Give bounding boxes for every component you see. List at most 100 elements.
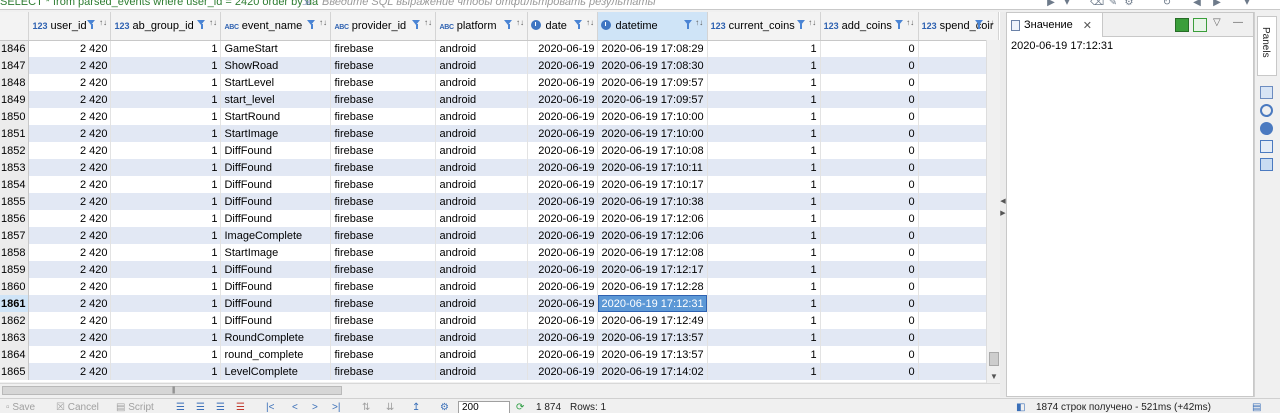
table-cell[interactable]: 0: [820, 176, 919, 193]
vertical-scrollbar[interactable]: ▼: [986, 40, 1000, 383]
table-cell[interactable]: 2020-06-19 17:08:29: [597, 40, 708, 57]
panels-tab[interactable]: Panels: [1257, 16, 1277, 76]
table-cell[interactable]: 1: [110, 193, 222, 210]
column-header-user-id[interactable]: 123 user_id ↑↓: [28, 12, 112, 41]
erase-filter-icon[interactable]: ⌫: [1090, 0, 1104, 9]
table-cell[interactable]: 0: [820, 329, 919, 346]
table-row[interactable]: 1846 2 420 1 GameStart firebase android 2020-0…: [0, 40, 999, 57]
row-number[interactable]: 1852: [0, 142, 30, 159]
row-number[interactable]: 1865: [0, 363, 30, 380]
table-cell[interactable]: 2020-06-19: [527, 57, 599, 74]
table-cell[interactable]: firebase: [330, 176, 437, 193]
table-cell[interactable]: firebase: [330, 244, 437, 261]
table-row[interactable]: 1850 2 420 1 StartRound firebase android 2020-…: [0, 108, 999, 125]
table-row[interactable]: 1862 2 420 1 DiffFound firebase android 2020-0…: [0, 312, 999, 329]
filter-icon[interactable]: [504, 20, 513, 30]
table-cell[interactable]: firebase: [330, 329, 437, 346]
status-menu-icon[interactable]: ▤: [1252, 402, 1261, 413]
table-cell[interactable]: StartImage: [220, 125, 332, 142]
table-cell[interactable]: 1: [707, 142, 821, 159]
row-number[interactable]: 1848: [0, 74, 30, 91]
table-cell[interactable]: 1: [707, 57, 821, 74]
table-row[interactable]: 1863 2 420 1 RoundComplete firebase android 20…: [0, 329, 999, 346]
table-cell[interactable]: 0: [820, 40, 919, 57]
table-cell[interactable]: 2 420: [28, 176, 112, 193]
table-cell[interactable]: 1: [110, 312, 222, 329]
fetch-all-icon[interactable]: ⇊: [386, 402, 394, 413]
row-number[interactable]: 1864: [0, 346, 30, 363]
filter-input[interactable]: Введите SQL выражение чтобы отфильтроват…: [322, 0, 656, 8]
column-header-provider-id[interactable]: ABC provider_id ↑↓: [330, 12, 437, 41]
table-cell[interactable]: 1: [707, 193, 821, 210]
table-cell[interactable]: 2 420: [28, 329, 112, 346]
table-cell[interactable]: DiffFound: [220, 193, 332, 210]
close-icon[interactable]: ✕: [1083, 19, 1092, 32]
column-header-current-coins[interactable]: 123 current_coins ↑↓: [707, 12, 821, 41]
table-cell[interactable]: 1: [707, 91, 821, 108]
table-row[interactable]: 1859 2 420 1 DiffFound firebase android 2020-0…: [0, 261, 999, 278]
table-row[interactable]: 1854 2 420 1 DiffFound firebase android 2020-0…: [0, 176, 999, 193]
filter-icon[interactable]: [974, 20, 984, 30]
row-number[interactable]: 1860: [0, 278, 30, 295]
table-cell[interactable]: firebase: [330, 57, 437, 74]
table-cell[interactable]: android: [435, 312, 529, 329]
table-cell[interactable]: 1: [707, 74, 821, 91]
table-cell[interactable]: 2020-06-19 17:10:08: [597, 142, 708, 159]
table-cell[interactable]: 2020-06-19: [527, 312, 599, 329]
table-cell[interactable]: 1: [707, 210, 821, 227]
table-cell[interactable]: 2020-06-19: [527, 74, 599, 91]
table-row[interactable]: 1848 2 420 1 StartLevel firebase android 2020-…: [0, 74, 999, 91]
table-row[interactable]: 1856 2 420 1 DiffFound firebase android 2020-0…: [0, 210, 999, 227]
column-header-ab-group-id[interactable]: 123 ab_group_id ↑↓: [110, 12, 222, 41]
table-cell[interactable]: 2020-06-19 17:13:57: [597, 346, 708, 363]
table-cell[interactable]: android: [435, 40, 529, 57]
delete-row-icon[interactable]: ☰: [236, 402, 245, 413]
table-cell[interactable]: 2020-06-19: [527, 108, 599, 125]
filter-history-icon[interactable]: ▾: [1060, 0, 1074, 9]
prev-page-icon[interactable]: <: [292, 402, 298, 413]
table-row[interactable]: 1858 2 420 1 StartImage firebase android 2020-…: [0, 244, 999, 261]
sort-icon[interactable]: ↑↓: [98, 19, 107, 30]
table-cell[interactable]: 2 420: [28, 278, 112, 295]
table-cell[interactable]: 1: [707, 261, 821, 278]
refresh-results-icon[interactable]: ⟳: [516, 402, 524, 413]
table-cell[interactable]: 1: [110, 108, 222, 125]
table-cell[interactable]: android: [435, 74, 529, 91]
table-cell[interactable]: 2020-06-19 17:10:17: [597, 176, 708, 193]
table-cell[interactable]: 1: [707, 125, 821, 142]
table-cell[interactable]: 2 420: [28, 142, 112, 159]
table-cell[interactable]: android: [435, 91, 529, 108]
table-cell[interactable]: 2020-06-19 17:14:02: [597, 363, 708, 380]
table-cell[interactable]: android: [435, 244, 529, 261]
table-cell[interactable]: 2020-06-19: [527, 346, 599, 363]
table-cell[interactable]: 0: [820, 261, 919, 278]
table-cell[interactable]: 1: [110, 227, 222, 244]
run-filter-icon[interactable]: ▶: [1044, 0, 1058, 9]
column-header-add-coins[interactable]: 123 add_coins ↑↓: [820, 12, 919, 41]
sort-icon[interactable]: ↥: [412, 402, 420, 413]
table-cell[interactable]: start_level: [220, 91, 332, 108]
table-cell[interactable]: 1: [110, 74, 222, 91]
table-cell[interactable]: 1: [707, 346, 821, 363]
table-cell[interactable]: 1: [707, 329, 821, 346]
table-cell[interactable]: 2020-06-19 17:12:49: [597, 312, 708, 329]
sql-filter-bar[interactable]: SELECT * from parsed_events where user_i…: [0, 0, 1280, 10]
grid-panel-icon[interactable]: [1260, 86, 1273, 99]
table-cell[interactable]: 1: [707, 108, 821, 125]
table-cell[interactable]: 1: [110, 295, 222, 312]
row-number[interactable]: 1855: [0, 193, 30, 210]
table-row[interactable]: 1865 2 420 1 LevelComplete firebase android 20…: [0, 363, 999, 380]
tab-value[interactable]: Значение ✕: [1007, 13, 1103, 37]
table-cell[interactable]: android: [435, 329, 529, 346]
calc-panel-icon[interactable]: [1260, 140, 1273, 153]
filter-icon[interactable]: [307, 20, 316, 30]
table-cell[interactable]: 2020-06-19: [527, 295, 599, 312]
column-header-platform[interactable]: ABC platform ↑↓: [435, 12, 529, 41]
table-cell[interactable]: android: [435, 261, 529, 278]
table-cell[interactable]: DiffFound: [220, 176, 332, 193]
table-cell[interactable]: firebase: [330, 159, 437, 176]
table-cell[interactable]: 1: [110, 159, 222, 176]
row-number[interactable]: 1846: [0, 40, 30, 57]
script-button[interactable]: ▤ Script: [116, 402, 154, 413]
table-cell[interactable]: 2020-06-19 17:10:38: [597, 193, 708, 210]
